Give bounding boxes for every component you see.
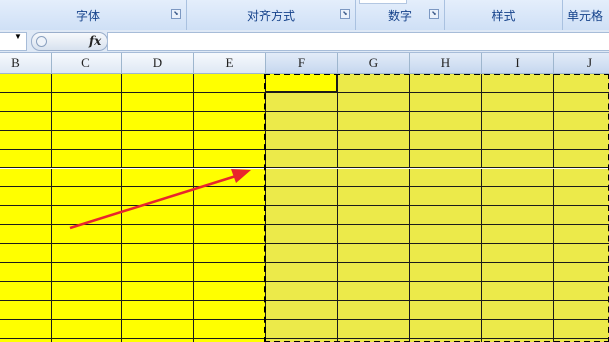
splitter-knob-icon[interactable] [36,36,47,47]
column-header-b[interactable]: B [0,53,52,73]
formula-input[interactable] [107,32,609,51]
ribbon-group-cells: 单元格 [563,0,609,30]
ribbon-group-label: 样式 [491,8,516,23]
dropdown-arrow-icon[interactable]: ▼ [14,32,22,41]
column-header-j[interactable]: J [554,53,609,73]
ribbon-group-label: 对齐方式 [246,8,295,23]
ribbon-group-label: 单元格 [567,8,604,23]
launcher-icon[interactable]: ⬊ [171,9,181,19]
formula-bar: ▼ fx [0,30,609,53]
launcher-icon[interactable]: ⬊ [340,9,350,19]
column-header-g[interactable]: G [338,53,410,73]
ribbon-group-label: 数字 [387,8,412,23]
worksheet-grid[interactable] [0,74,609,342]
ribbon-group-styles: 样式 [445,0,563,30]
launcher-icon[interactable]: ⬊ [429,9,439,19]
ribbon-group-label: 字体 [75,8,100,23]
column-header-h[interactable]: H [410,53,482,73]
column-header-i[interactable]: I [482,53,554,73]
column-header-c[interactable]: C [50,53,122,73]
arrow-shaft [69,174,237,230]
formula-bar-splitter[interactable]: fx [31,32,108,51]
column-header-e[interactable]: E [194,53,266,73]
column-header-row: BCDEFGHIJ [0,53,609,74]
ribbon-group-alignment: 对齐方式 ⬊ [187,0,356,30]
ribbon-group-bar: 字体 ⬊ 对齐方式 ⬊ 数字 ⬊ 样式 单元格 [0,0,609,31]
number-format-box-edge [359,0,407,4]
ribbon-group-font: 字体 ⬊ [0,0,187,30]
ribbon-group-number: 数字 ⬊ [356,0,445,30]
red-arrow-icon [69,169,251,230]
column-header-d[interactable]: D [122,53,194,73]
arrow-head [231,169,251,183]
fx-icon[interactable]: fx [89,34,101,48]
column-header-f[interactable]: F [266,53,338,73]
